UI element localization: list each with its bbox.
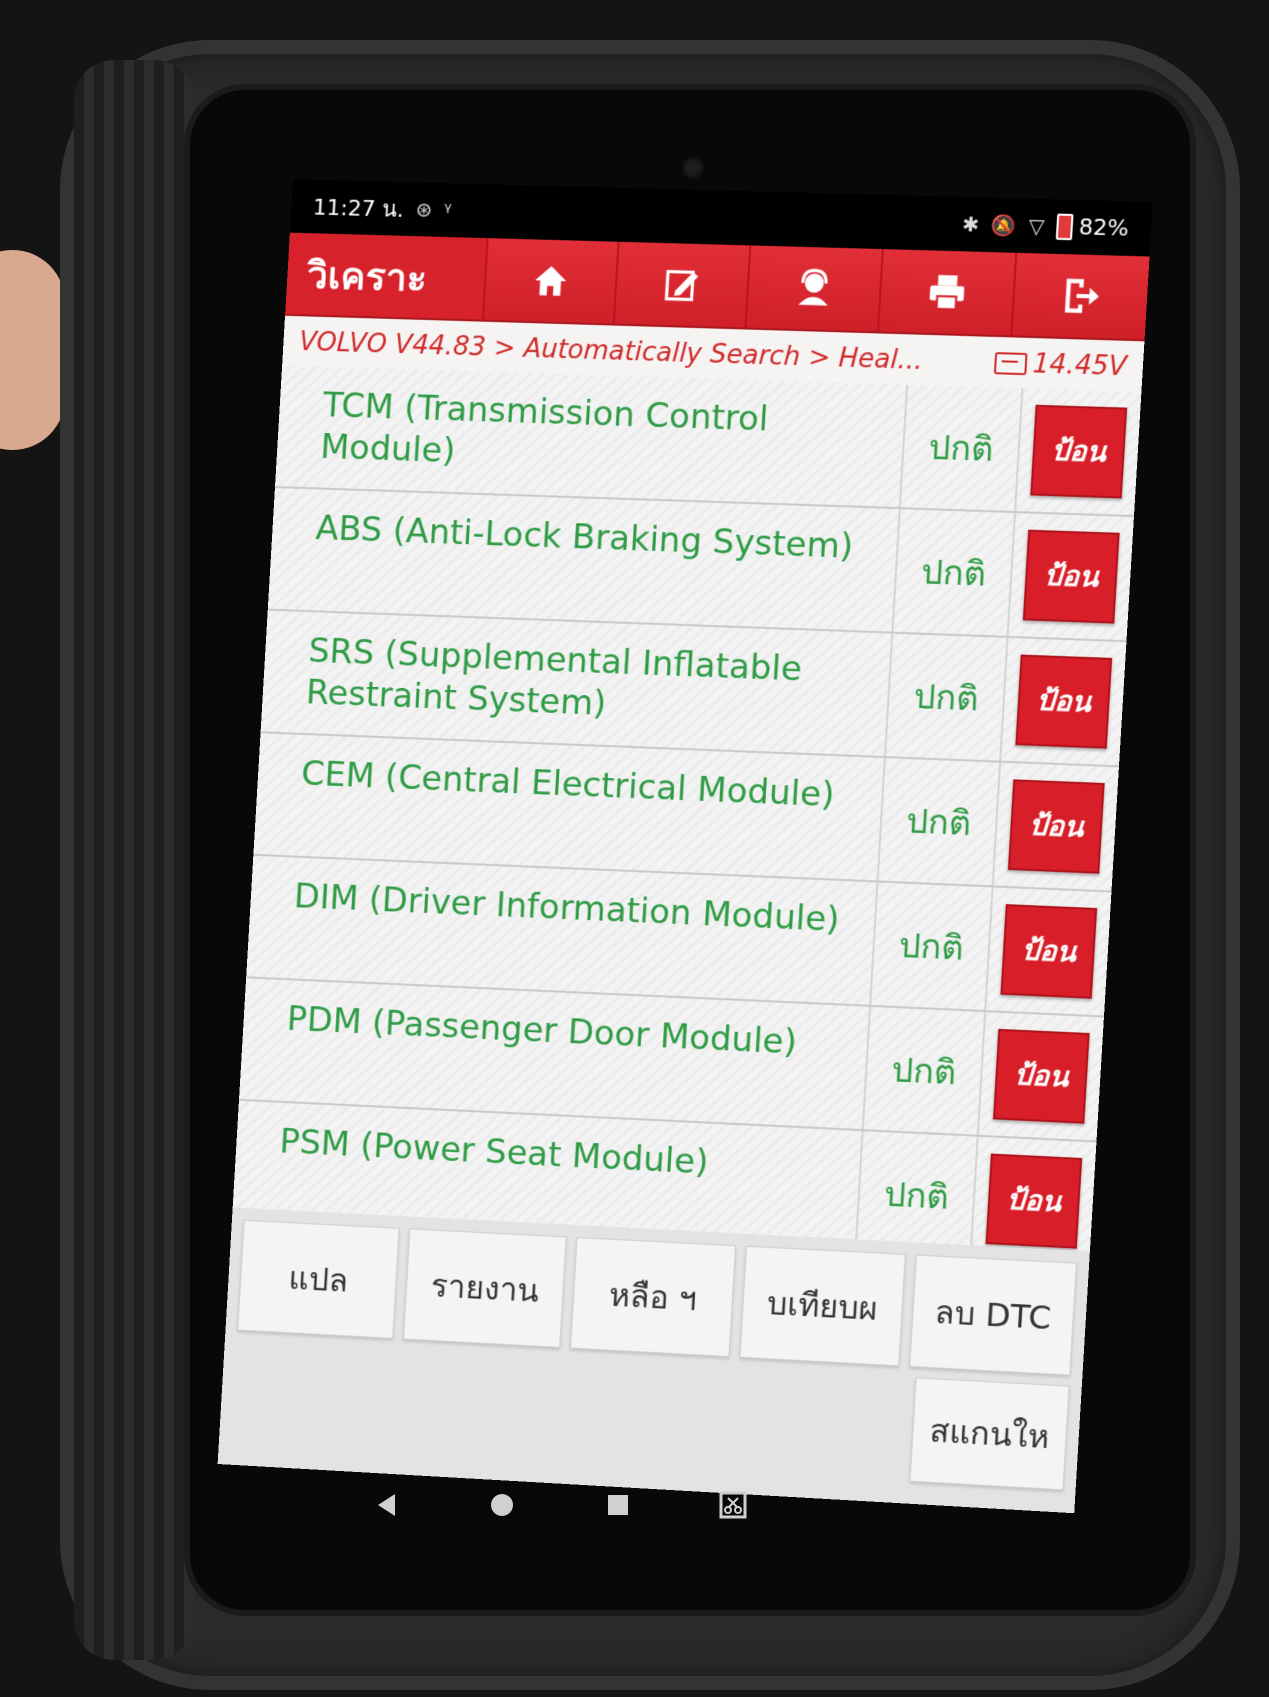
- bluetooth-circle-icon: ⊛: [414, 197, 433, 222]
- wifi-icon: ▽: [1028, 213, 1046, 239]
- module-status: ปกติ: [876, 758, 1002, 886]
- module-list: TCM (Transmission Control Module) ปกติ ป…: [231, 365, 1142, 1268]
- module-status: ปกติ: [869, 882, 994, 1011]
- android-nav-bar: [370, 1475, 750, 1535]
- battery-percent: 82%: [1078, 214, 1130, 242]
- recents-icon: [607, 1495, 628, 1515]
- back-button[interactable]: [370, 1488, 404, 1522]
- home-circle-icon: [491, 1494, 514, 1516]
- module-status: ปกติ: [891, 509, 1016, 636]
- voltage-value: 14.45V: [1031, 349, 1128, 383]
- enter-button[interactable]: ป้อน: [1007, 779, 1105, 874]
- module-status: ปกติ: [898, 384, 1024, 512]
- support-icon: [792, 267, 837, 306]
- screen: 11:27 น. ⊛ ᵞ ✱ 🔕 ▽ 82% วิเคราะ VOLVO V44…: [217, 179, 1153, 1514]
- back-icon: [378, 1494, 395, 1516]
- clear-dtc-button[interactable]: ลบ DTC: [909, 1254, 1077, 1376]
- screenshot-button[interactable]: [716, 1488, 750, 1522]
- enter-button[interactable]: ป้อน: [1022, 529, 1120, 624]
- enter-button[interactable]: ป้อน: [985, 1153, 1083, 1249]
- home-icon: [534, 265, 568, 296]
- report-button[interactable]: รายงาน: [403, 1228, 568, 1348]
- edit-icon: [664, 270, 698, 302]
- home-button[interactable]: [481, 238, 618, 324]
- recents-button[interactable]: [601, 1488, 635, 1522]
- home-nav-button[interactable]: [485, 1488, 519, 1522]
- battery-icon: [1055, 213, 1074, 241]
- module-name: ABS (Anti-Lock Braking System): [314, 508, 855, 567]
- compare-button[interactable]: บเทียบผ: [739, 1245, 906, 1367]
- enter-button[interactable]: ป้อน: [992, 1028, 1090, 1124]
- bottom-action-bar: แปล รายงาน หลือ ฯ บเทียบผ ลบ DTC สแกนให: [217, 1207, 1090, 1514]
- screenshot-icon: [719, 1491, 747, 1519]
- module-status: ปกติ: [883, 633, 1009, 761]
- module-name: TCM (Transmission Control Module): [319, 385, 770, 472]
- enter-button[interactable]: ป้อน: [1000, 904, 1098, 999]
- print-icon: [929, 275, 965, 313]
- finger: [0, 250, 65, 450]
- battery-voltage-icon: [993, 352, 1028, 376]
- clock: 11:27 น.: [312, 195, 405, 223]
- module-status: ปกติ: [861, 1006, 987, 1135]
- bluetooth-icon: ✱: [961, 212, 980, 237]
- edit-button[interactable]: [612, 241, 750, 328]
- voltage-readout: 14.45V: [993, 348, 1127, 382]
- battery-indicator: 82%: [1055, 213, 1130, 242]
- exit-button[interactable]: [1010, 252, 1150, 340]
- rescan-button[interactable]: สแกนให: [909, 1377, 1070, 1491]
- front-camera: [685, 160, 701, 176]
- page-title: วิเคราะ: [305, 252, 429, 300]
- enter-button[interactable]: ป้อน: [1030, 404, 1128, 499]
- module-name: SRS (Supplemental Inflatable Restraint S…: [304, 631, 804, 724]
- enter-button[interactable]: ป้อน: [1015, 654, 1113, 749]
- translate-button[interactable]: แปล: [237, 1219, 400, 1339]
- help-button[interactable]: หลือ ฯ: [570, 1237, 736, 1358]
- support-button[interactable]: [744, 245, 882, 332]
- module-name: CEM (Central Electrical Module): [300, 753, 836, 816]
- mute-bell-icon: 🔕: [990, 212, 1018, 238]
- stethoscope-icon: ᵞ: [443, 198, 453, 223]
- exit-icon: [1064, 278, 1100, 314]
- case-grip: [74, 60, 194, 1660]
- print-button[interactable]: [876, 249, 1016, 336]
